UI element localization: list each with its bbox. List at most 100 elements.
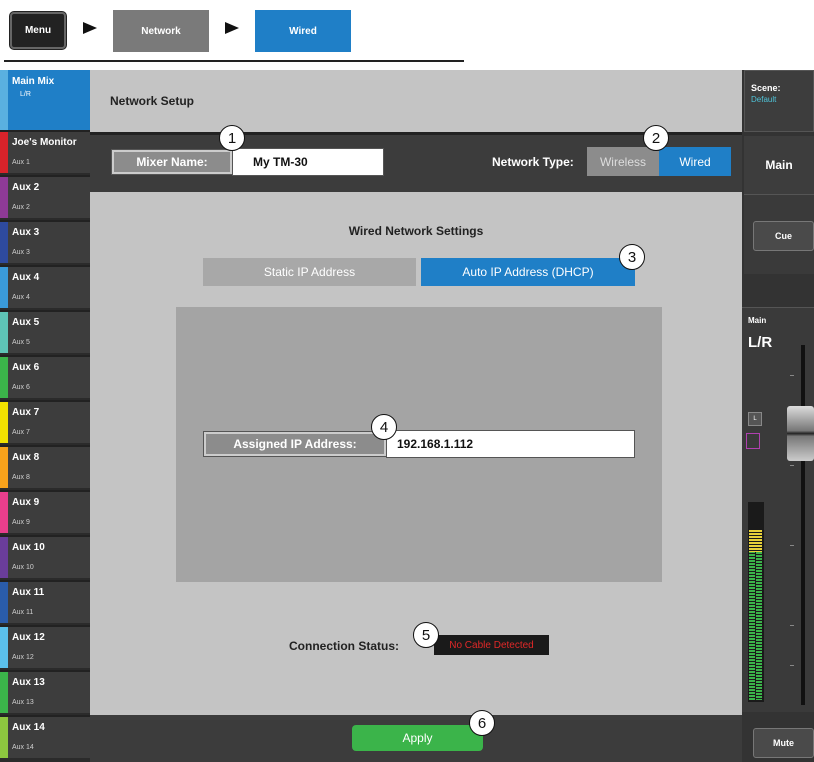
- mix-name: Aux 5: [12, 317, 40, 328]
- mix-color-stripe: [0, 582, 8, 623]
- l-indicator: L: [748, 412, 762, 426]
- fader-tick: [790, 465, 794, 466]
- mix-color-stripe: [0, 492, 8, 533]
- arrow-right-icon: [225, 22, 239, 34]
- mix-color-stripe: [0, 402, 8, 443]
- mix-sub: Aux 1: [12, 159, 30, 166]
- mix-item[interactable]: Joe's Monitor Aux 1: [0, 130, 90, 173]
- wireless-button[interactable]: Wireless: [587, 147, 659, 176]
- mix-sub: Aux 3: [12, 249, 30, 256]
- callout-6: 6: [469, 710, 495, 736]
- mix-item-main[interactable]: Main Mix L/R: [0, 70, 90, 130]
- assigned-ip-label: Assigned IP Address:: [204, 432, 386, 456]
- apply-button[interactable]: Apply: [352, 725, 483, 751]
- mix-color-stripe: [0, 312, 8, 353]
- mixer-name-field[interactable]: My TM-30: [232, 148, 384, 176]
- mix-item[interactable]: Aux 11 Aux 11: [0, 580, 90, 623]
- mix-item[interactable]: Aux 4 Aux 4: [0, 265, 90, 308]
- fader-handle[interactable]: [787, 406, 814, 461]
- assigned-ip-value: 192.168.1.112: [386, 430, 635, 458]
- mix-item[interactable]: Aux 6 Aux 6: [0, 355, 90, 398]
- fader-tick: [790, 665, 794, 666]
- connection-status-value: No Cable Detected: [434, 635, 549, 655]
- callout-4: 4: [371, 414, 397, 440]
- mix-color-stripe: [0, 627, 8, 668]
- scene-box[interactable]: Scene: Default: [744, 70, 814, 132]
- callout-1: 1: [219, 125, 245, 151]
- mix-item[interactable]: Aux 2 Aux 2: [0, 175, 90, 218]
- connection-status-label: Connection Status:: [289, 639, 399, 653]
- mix-name: Aux 10: [12, 542, 45, 553]
- dhcp-button[interactable]: Auto IP Address (DHCP): [421, 258, 635, 286]
- meter-peak: [749, 530, 762, 552]
- link-icon: [746, 433, 760, 449]
- mix-sub: Aux 8: [12, 474, 30, 481]
- mix-item[interactable]: Aux 9 Aux 9: [0, 490, 90, 533]
- scene-label: Scene:: [751, 83, 781, 93]
- mix-name: Aux 3: [12, 227, 40, 238]
- mix-sub: Aux 11: [12, 609, 34, 616]
- callout-2: 2: [643, 125, 669, 151]
- mix-name: Aux 12: [12, 632, 45, 643]
- mix-item[interactable]: Aux 12 Aux 12: [0, 625, 90, 668]
- wired-breadcrumb-button[interactable]: Wired: [255, 10, 351, 52]
- network-type-label: Network Type:: [492, 155, 574, 169]
- meter-left: [749, 530, 755, 700]
- mix-color-stripe: [0, 717, 8, 758]
- meter-right: [756, 540, 762, 700]
- mix-name: Aux 4: [12, 272, 40, 283]
- section-title: Wired Network Settings: [348, 224, 484, 238]
- mix-name: Aux 9: [12, 497, 40, 508]
- mix-sub: Aux 14: [12, 744, 34, 751]
- mix-name: Aux 13: [12, 677, 45, 688]
- mix-color-stripe: [0, 357, 8, 398]
- callout-5: 5: [413, 622, 439, 648]
- page-title: Network Setup: [110, 94, 195, 108]
- mix-item[interactable]: Aux 5 Aux 5: [0, 310, 90, 353]
- static-ip-button[interactable]: Static IP Address: [203, 258, 416, 286]
- title-bar: Network Setup: [90, 70, 742, 132]
- mix-sub: Aux 6: [12, 384, 30, 391]
- mix-item[interactable]: Aux 3 Aux 3: [0, 220, 90, 263]
- mix-item[interactable]: Aux 14 Aux 14: [0, 715, 90, 758]
- fader-tick: [790, 375, 794, 376]
- main-tab[interactable]: Main: [744, 136, 814, 194]
- mix-color-stripe: [0, 177, 8, 218]
- breadcrumb-divider: [4, 60, 464, 62]
- mix-color-stripe: [0, 537, 8, 578]
- mix-sub: Aux 10: [12, 564, 34, 571]
- mute-button[interactable]: Mute: [753, 728, 814, 758]
- mix-sub: Aux 4: [12, 294, 30, 301]
- mix-item[interactable]: Aux 7 Aux 7: [0, 400, 90, 443]
- network-breadcrumb-button[interactable]: Network: [113, 10, 209, 52]
- mix-color-stripe: [0, 222, 8, 263]
- scene-value: Default: [751, 95, 777, 104]
- mix-item[interactable]: Aux 10 Aux 10: [0, 535, 90, 578]
- mix-name: Aux 8: [12, 452, 40, 463]
- mix-name: Aux 6: [12, 362, 40, 373]
- mix-sub: L/R: [20, 91, 31, 98]
- fader-title: Main: [748, 316, 767, 325]
- fader-channel: L/R: [748, 334, 773, 351]
- mix-item[interactable]: Aux 13 Aux 13: [0, 670, 90, 713]
- arrow-right-icon: [83, 22, 97, 34]
- wired-button[interactable]: Wired: [659, 147, 731, 176]
- fader-tick: [790, 625, 794, 626]
- fader-track: [801, 345, 805, 705]
- mix-sub: Aux 9: [12, 519, 30, 526]
- mix-name: Joe's Monitor: [12, 137, 77, 148]
- mix-sub: Aux 7: [12, 429, 30, 436]
- menu-button[interactable]: Menu: [10, 12, 66, 49]
- mix-color-stripe: [0, 132, 8, 173]
- mix-sub: Aux 5: [12, 339, 30, 346]
- mix-sub: Aux 2: [12, 204, 30, 211]
- cue-button[interactable]: Cue: [753, 221, 814, 251]
- mix-sub: Aux 13: [12, 699, 34, 706]
- mix-name: Aux 7: [12, 407, 40, 418]
- mix-name: Aux 14: [12, 722, 45, 733]
- mix-item[interactable]: Aux 8 Aux 8: [0, 445, 90, 488]
- fader-tick: [790, 545, 794, 546]
- callout-3: 3: [619, 244, 645, 270]
- mix-sub: Aux 12: [12, 654, 34, 661]
- mix-name: Aux 2: [12, 182, 40, 193]
